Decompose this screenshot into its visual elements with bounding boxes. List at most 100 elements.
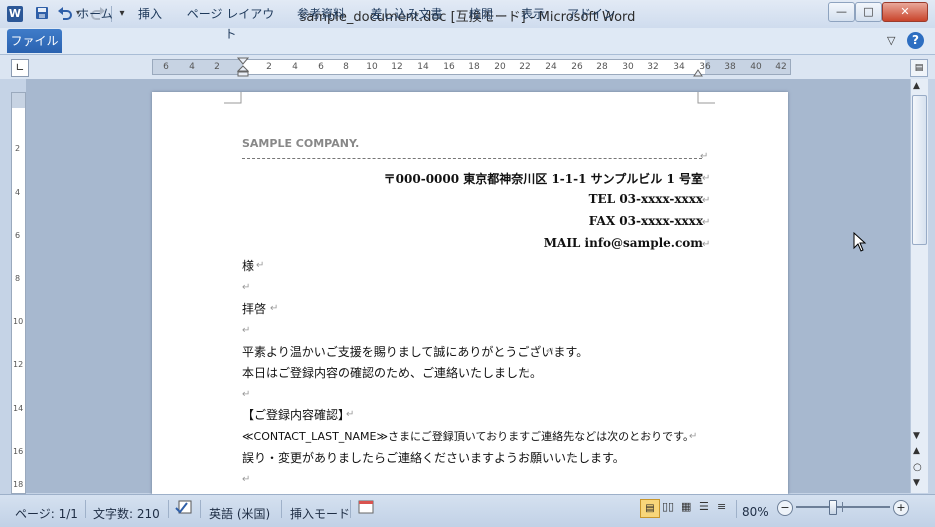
macro-record-icon[interactable] [358,500,374,517]
ruler-toggle-icon[interactable]: ▤ [910,59,928,77]
sender-mail[interactable]: MAIL info@sample.com [544,236,703,250]
margin-corner-right [697,92,715,104]
draft-view-icon[interactable]: ≡ [717,500,726,513]
ruler-tick: 4 [292,62,298,72]
ruler-tick: 22 [519,62,531,72]
status-separator [200,500,201,518]
body-line-2[interactable]: 本日はご登録内容の確認のため、ご連絡いたしました。 [242,364,542,381]
print-layout-view-icon[interactable]: ▤ [640,499,660,518]
company-name[interactable]: SAMPLE COMPANY. [242,137,359,150]
greeting[interactable]: 拝啓 [242,300,266,317]
recipient-honorific[interactable]: 様 [242,257,254,274]
tab-home[interactable]: ホーム [71,4,119,24]
tab-mailings[interactable]: 差し込み文書 [364,4,449,24]
vruler-tick: 8 [15,274,21,283]
outline-view-icon[interactable]: ☰ [699,500,709,513]
vruler-tick: 14 [13,404,24,413]
tab-file[interactable]: ファイル [7,29,62,53]
paragraph-mark: ↵ [702,195,711,206]
scrollbar-thumb[interactable] [912,95,927,245]
status-separator [281,500,282,518]
ruler-tick: 32 [647,62,659,72]
ruler-tick: 38 [724,62,736,72]
zoom-in-button[interactable]: + [893,500,909,516]
vruler-tick: 10 [13,317,24,326]
paragraph-mark: ↵ [702,217,711,228]
zoom-out-button[interactable]: − [777,500,793,516]
ruler-tick: 34 [673,62,685,72]
ruler-tick: 16 [443,62,455,72]
vertical-ruler-labels: 2 4 6 8 10 12 14 16 18 [11,92,26,492]
insert-mode-indicator[interactable]: 挿入モード [290,505,350,522]
zoom-slider-thumb[interactable] [829,500,837,515]
paragraph-mark: ↵ [256,260,265,271]
tab-view[interactable]: 表示 [514,4,552,24]
paragraph-mark: ↵ [702,239,711,250]
ruler-tick: 2 [214,62,220,72]
ruler-tick: 4 [189,62,195,72]
ruler-tick: 26 [571,62,583,72]
scroll-up-arrow-icon[interactable]: ▲ [913,81,920,91]
status-separator [350,500,351,518]
full-screen-reading-view-icon[interactable]: ▯▯ [662,500,674,513]
tab-review[interactable]: 校閲 [462,4,500,24]
sender-address[interactable]: 〒000-0000 東京都神奈川区 1-1-1 サンプルビル 1 号室 [384,170,703,187]
paragraph-mark: ↵ [346,409,355,420]
ruler-tick: 6 [163,62,169,72]
indent-marker[interactable] [236,57,250,80]
ruler-tick: 6 [318,62,324,72]
ruler-tick: 2 [266,62,272,72]
paragraph-mark: ↵ [242,282,251,293]
word-count[interactable]: 文字数: 210 [93,505,160,522]
body-line-3[interactable]: ≪CONTACT_LAST_NAME≫さまにご登録頂いておりますご連絡先などは次… [242,428,694,444]
ruler-tick: 18 [468,62,480,72]
minimize-ribbon-icon[interactable]: ▽ [887,34,895,47]
margin-corner-left [224,92,242,104]
status-separator [736,500,737,518]
page-count[interactable]: ページ: 1/1 [15,505,78,522]
paragraph-mark: ↵ [700,151,709,162]
header-rule [242,158,702,160]
ruler-tick: 40 [750,62,762,72]
paragraph-mark: ↵ [242,389,251,400]
tab-insert[interactable]: 挿入 [130,4,170,24]
ruler-tick: 14 [417,62,429,72]
paragraph-mark: ↵ [568,452,577,463]
close-button[interactable]: ✕ [882,2,928,22]
zoom-slider-center-tick [842,502,843,512]
scroll-down-arrow-icon[interactable]: ▼ [913,431,920,441]
paragraph-mark: ↵ [522,367,531,378]
paragraph-mark: ↵ [242,325,251,336]
sender-tel[interactable]: TEL 03-xxxx-xxxx [589,192,703,206]
section-title[interactable]: 【ご登録内容確認】 [242,406,350,423]
paragraph-mark: ↵ [242,474,251,485]
paragraph-mark: ↵ [689,431,698,442]
ruler-tick: 8 [343,62,349,72]
help-icon[interactable]: ? [907,32,924,49]
ruler-tick: 20 [494,62,506,72]
sender-fax[interactable]: FAX 03-xxxx-xxxx [589,214,703,228]
right-indent-marker[interactable] [693,66,703,80]
zoom-level[interactable]: 80% [742,505,769,519]
language-indicator[interactable]: 英語 (米国) [209,505,270,522]
body-line-1[interactable]: 平素より温かいご支援を賜りまして誠にありがとうございます。 [242,343,588,360]
minimize-button[interactable]: — [828,2,855,22]
vruler-tick: 4 [15,188,21,197]
ruler-tick: 10 [366,62,378,72]
web-layout-view-icon[interactable]: ▦ [681,500,691,513]
tab-references[interactable]: 参考資料 [288,4,354,24]
maximize-button[interactable]: □ [855,2,882,22]
previous-page-icon[interactable]: ▲ [913,446,920,456]
ribbon-tab-bar [0,28,935,55]
tab-page-layout[interactable]: ページ レイアウト [183,4,278,41]
proofing-icon[interactable] [175,499,195,518]
vruler-tick: 2 [15,144,21,153]
tab-addins[interactable]: アドイン [565,4,617,24]
vruler-tick: 6 [15,231,21,240]
next-page-icon[interactable]: ▼ [913,478,920,488]
vruler-tick: 12 [13,360,24,369]
tab-selector-button[interactable]: ∟ [11,59,29,77]
vruler-tick: 16 [13,447,24,456]
zoom-slider-track[interactable] [796,506,890,508]
browse-object-icon[interactable]: ○ [913,462,922,473]
